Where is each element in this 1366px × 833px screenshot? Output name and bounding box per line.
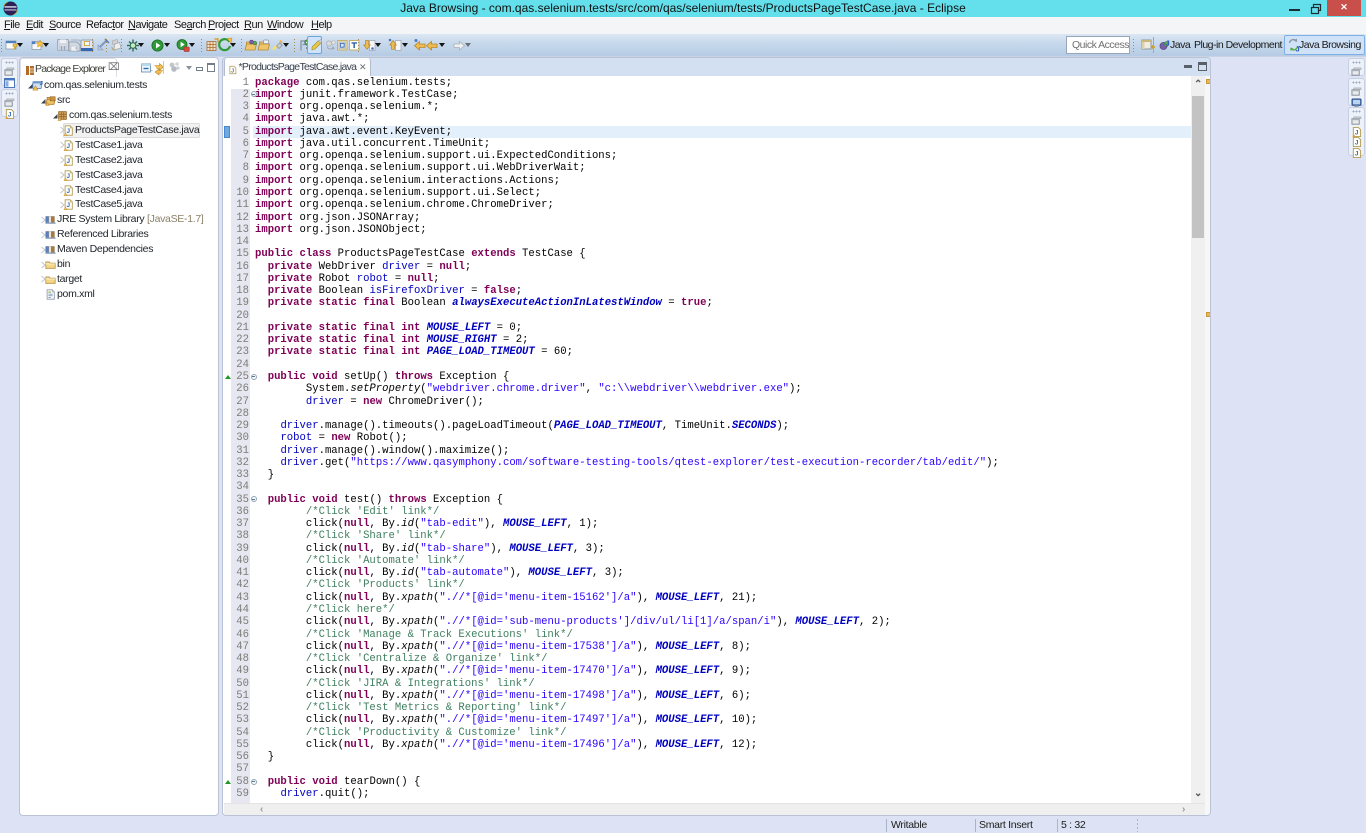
svg-text:J: J — [40, 81, 43, 87]
svg-text:J: J — [8, 111, 12, 118]
svg-text:J: J — [231, 68, 234, 74]
svg-text:J: J — [1355, 150, 1359, 157]
